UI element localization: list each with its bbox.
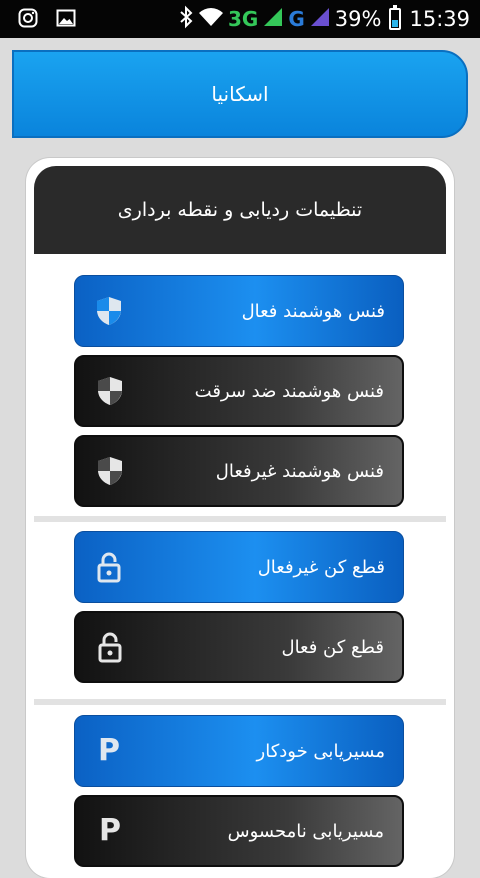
unlock-icon <box>94 631 126 663</box>
wifi-icon <box>198 6 224 32</box>
section-divider <box>34 516 446 522</box>
stealth-routing-button[interactable]: P مسیریابی نامحسوس <box>74 795 404 867</box>
instagram-icon <box>18 8 38 28</box>
fence-antitheft-button[interactable]: فنس هوشمند ضد سرقت <box>74 355 404 427</box>
button-label: فنس هوشمند غیرفعال <box>215 460 384 482</box>
auto-routing-button[interactable]: P مسیریابی خودکار <box>74 715 404 787</box>
gallery-icon <box>56 8 76 28</box>
bluetooth-icon <box>178 5 194 33</box>
carrier-type: G <box>288 7 305 31</box>
button-label: فنس هوشمند ضد سرقت <box>194 380 384 402</box>
signal-icon <box>262 6 284 32</box>
cutoff-active-button[interactable]: قطع کن فعال <box>74 611 404 683</box>
button-label: مسیریابی نامحسوس <box>227 820 384 842</box>
status-bar: 3G G 39% 15:39 <box>0 0 480 38</box>
button-label: مسیریابی خودکار <box>256 740 385 762</box>
fence-inactive-button[interactable]: فنس هوشمند غیرفعال <box>74 435 404 507</box>
parking-icon: P <box>98 733 120 768</box>
shield-icon <box>94 455 126 487</box>
unlock-icon <box>93 551 125 583</box>
section-divider <box>34 699 446 705</box>
shield-icon <box>94 375 126 407</box>
shield-icon <box>93 295 125 327</box>
fence-active-button[interactable]: فنس هوشمند فعال <box>74 275 404 347</box>
network-type: 3G <box>228 7 259 31</box>
panel-header: تنظیمات ردیابی و نقطه برداری <box>34 166 446 254</box>
settings-panel: تنظیمات ردیابی و نقطه برداری فنس هوشمند … <box>26 158 454 878</box>
cutoff-inactive-button[interactable]: قطع کن غیرفعال <box>74 531 404 603</box>
battery-percent: 39% <box>334 7 382 31</box>
button-label: قطع کن فعال <box>281 636 384 658</box>
app-title-bar: اسکانیا <box>12 50 468 138</box>
parking-icon: P <box>99 813 121 848</box>
battery-icon <box>389 5 402 30</box>
panel-title: تنظیمات ردیابی و نقطه برداری <box>117 199 363 221</box>
clock: 15:39 <box>409 7 470 31</box>
app-title: اسکانیا <box>211 82 269 106</box>
signal-icon-2 <box>309 6 331 32</box>
button-label: قطع کن غیرفعال <box>257 556 385 578</box>
button-label: فنس هوشمند فعال <box>241 300 385 322</box>
